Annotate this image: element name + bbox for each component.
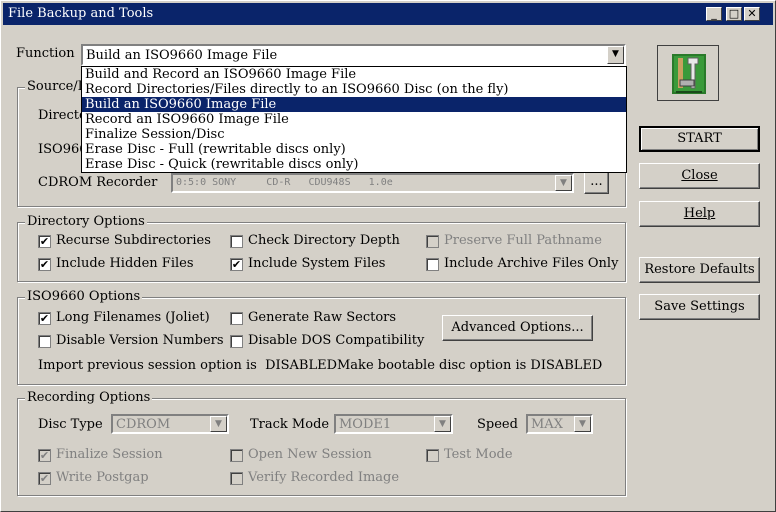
chevron-down-icon: ▼ [612, 49, 619, 59]
chevron-down-icon: ▼ [439, 419, 446, 429]
function-option[interactable]: Build and Record an ISO9660 Image File [82, 67, 626, 82]
function-option-selected[interactable]: Build an ISO9660 Image File [82, 97, 626, 112]
open-new-session-label: Open New Session [248, 447, 372, 462]
test-mode-checkbox [426, 449, 439, 462]
test-mode-label: Test Mode [444, 447, 513, 462]
archive-only-checkbox[interactable] [426, 258, 439, 271]
directory-label: Directo [38, 108, 87, 123]
bootable-status: Make bootable disc option is DISABLED [337, 358, 603, 373]
import-session-status: Import previous session option is DISABL… [38, 358, 338, 373]
check-depth-checkbox[interactable] [230, 235, 243, 248]
cdrom-recorder-value: 0:5:0 SONY CD-R CDU948S 1.0e [176, 177, 393, 188]
close-button[interactable]: Close [639, 163, 760, 189]
chevron-down-icon: ▼ [560, 178, 567, 188]
browse-recorder-button[interactable]: ... [584, 172, 609, 194]
chevron-down-icon: ▼ [215, 419, 222, 429]
verify-image-checkbox [230, 472, 243, 485]
write-postgap-label: Write Postgap [56, 470, 149, 485]
recurse-label: Recurse Subdirectories [56, 233, 211, 248]
disc-type-select: CDROM ▼ [111, 414, 229, 434]
recording-options-title: Recording Options [25, 390, 153, 405]
preserve-pathname-checkbox [426, 235, 439, 248]
function-dropdown-list: Build and Record an ISO9660 Image File R… [81, 66, 627, 173]
iso-options-title: ISO9660 Options [25, 289, 143, 304]
directory-options-group [17, 222, 626, 282]
cdrom-recorder-select[interactable]: 0:5:0 SONY CD-R CDU948S 1.0e ▼ [171, 173, 574, 193]
maximize-icon: □ [728, 7, 740, 20]
finalize-session-label: Finalize Session [56, 447, 163, 462]
maximize-button[interactable]: □ [726, 7, 742, 21]
close-window-button[interactable]: ✕ [744, 7, 760, 21]
disc-type-dropdown: ▼ [210, 416, 227, 432]
function-option[interactable]: Erase Disc - Quick (rewritable discs onl… [82, 157, 626, 172]
advanced-options-button[interactable]: Advanced Options... [442, 315, 593, 341]
system-files-checkbox[interactable]: ✔ [230, 258, 243, 271]
hidden-files-checkbox[interactable]: ✔ [38, 258, 51, 271]
track-mode-dropdown: ▼ [434, 416, 451, 432]
hidden-files-label: Include Hidden Files [56, 256, 194, 271]
archive-only-label: Include Archive Files Only [444, 256, 619, 271]
speed-value: MAX [531, 417, 563, 432]
track-mode-label: Track Mode [250, 417, 330, 432]
function-selected-value: Build an ISO9660 Image File [86, 48, 278, 63]
minimize-button[interactable]: _ [706, 7, 722, 21]
function-option[interactable]: Record an ISO9660 Image File [82, 112, 626, 127]
file-backup-window: File Backup and Tools _ □ ✕ Function Bui… [0, 0, 776, 512]
speed-select: MAX ▼ [526, 414, 593, 434]
restore-defaults-button[interactable]: Restore Defaults [639, 257, 760, 283]
window-title: File Backup and Tools [8, 6, 154, 21]
function-dropdown-button[interactable]: ▼ [607, 46, 624, 64]
cdrom-dropdown-button[interactable]: ▼ [555, 175, 572, 191]
preserve-pathname-label: Preserve Full Pathname [444, 233, 602, 248]
joliet-label: Long Filenames (Joliet) [56, 310, 210, 325]
recurse-checkbox[interactable]: ✔ [38, 235, 51, 248]
function-option[interactable]: Record Directories/Files directly to an … [82, 82, 626, 97]
raw-sectors-label: Generate Raw Sectors [248, 310, 397, 325]
finalize-session-checkbox: ✔ [38, 449, 51, 462]
function-option[interactable]: Finalize Session/Disc [82, 127, 626, 142]
help-button[interactable]: Help [639, 201, 760, 227]
close-icon: ✕ [747, 7, 757, 20]
minimize-icon: _ [711, 7, 717, 20]
speed-label: Speed [477, 417, 518, 432]
speed-dropdown: ▼ [574, 416, 591, 432]
save-settings-button[interactable]: Save Settings [639, 294, 760, 320]
dos-compat-label: Disable DOS Compatibility [248, 333, 425, 348]
write-postgap-checkbox: ✔ [38, 472, 51, 485]
version-numbers-label: Disable Version Numbers [56, 333, 224, 348]
function-option[interactable]: Erase Disc - Full (rewritable discs only… [82, 142, 626, 157]
disc-type-value: CDROM [116, 417, 171, 432]
raw-sectors-checkbox[interactable] [230, 312, 243, 325]
joliet-checkbox[interactable]: ✔ [38, 312, 51, 325]
check-depth-label: Check Directory Depth [248, 233, 400, 248]
start-button[interactable]: START [639, 126, 760, 152]
function-select[interactable]: Build an ISO9660 Image File ▼ [81, 44, 626, 66]
function-label: Function [16, 46, 75, 61]
dos-compat-checkbox[interactable] [230, 335, 243, 348]
open-new-session-checkbox [230, 449, 243, 462]
disc-type-label: Disc Type [38, 417, 103, 432]
verify-image-label: Verify Recorded Image [248, 470, 400, 485]
directory-options-title: Directory Options [25, 214, 147, 229]
cdrom-recorder-label: CDROM Recorder [38, 175, 158, 190]
system-files-label: Include System Files [248, 256, 386, 271]
chevron-down-icon: ▼ [579, 419, 586, 429]
tools-icon [657, 45, 719, 101]
version-numbers-checkbox[interactable] [38, 335, 51, 348]
title-bar: File Backup and Tools _ □ ✕ [3, 3, 773, 25]
track-mode-select: MODE1 ▼ [334, 414, 453, 434]
track-mode-value: MODE1 [339, 417, 392, 432]
